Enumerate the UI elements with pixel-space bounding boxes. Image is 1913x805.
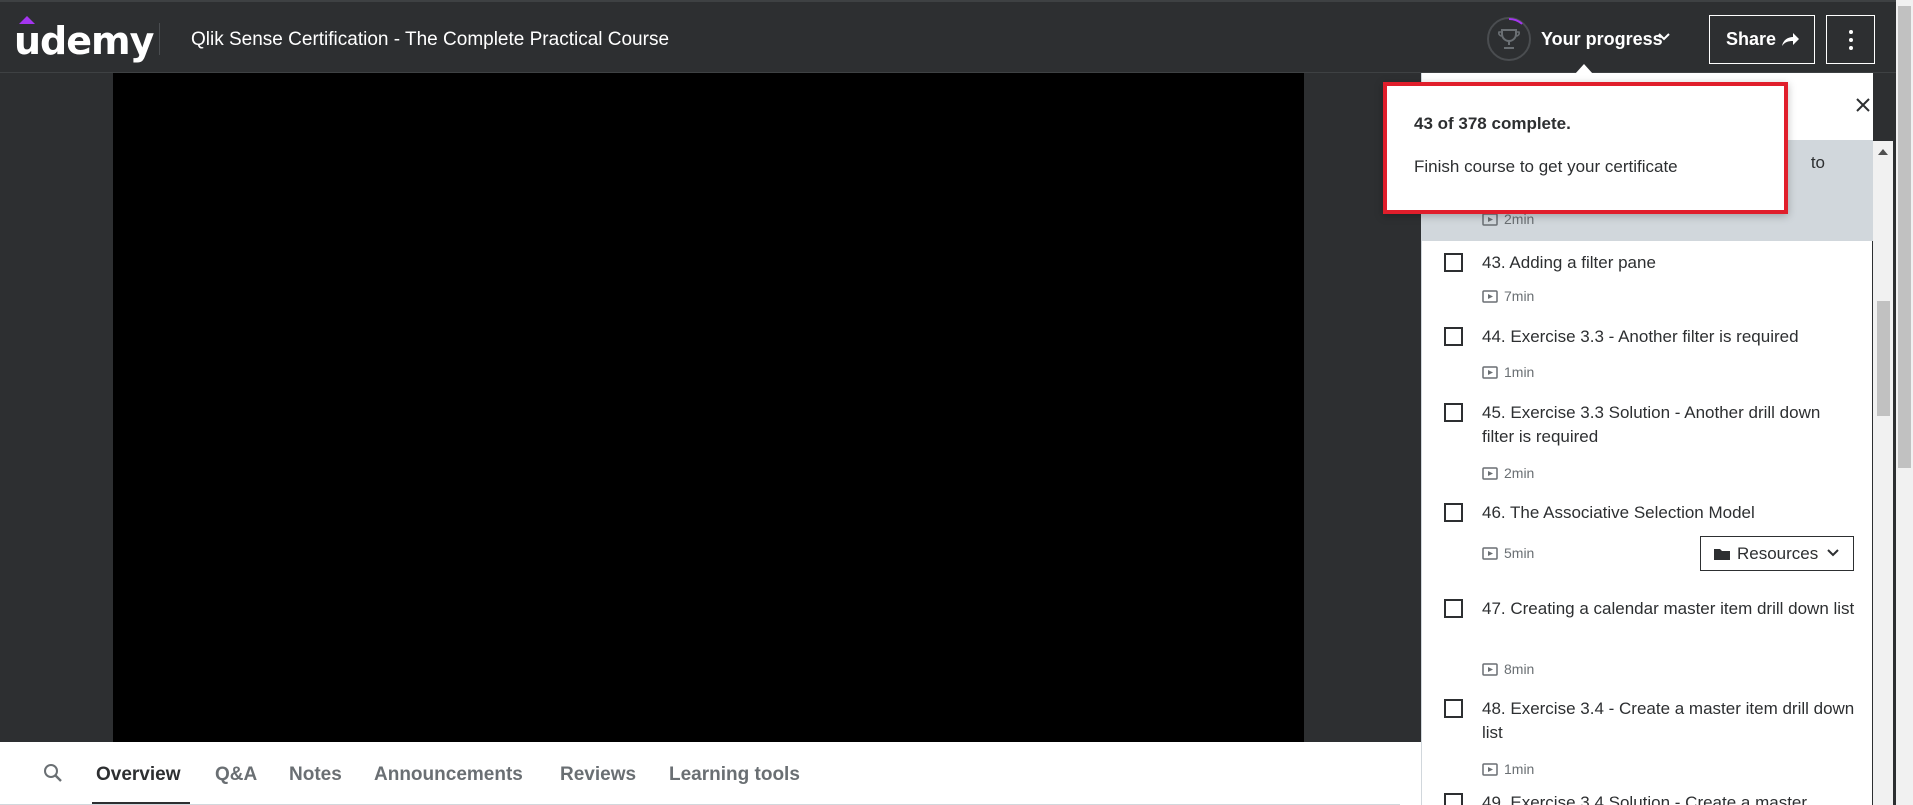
lecture-title: 47. Creating a calendar master item dril… [1482, 599, 1855, 618]
tab-notes[interactable]: Notes [289, 764, 342, 786]
kebab-dot [1849, 30, 1853, 34]
lecture-checkbox[interactable] [1444, 793, 1463, 805]
lecture-title: 49. Exercise 3.4 Solution - Create a mas… [1482, 793, 1808, 805]
lecture-title: 48. Exercise 3.4 - Create a master item … [1482, 699, 1855, 742]
header-divider [159, 23, 160, 55]
tab-qa[interactable]: Q&A [215, 764, 257, 786]
tab-overview[interactable]: Overview [96, 764, 181, 786]
lecture-title: 43. Adding a filter pane [1482, 253, 1656, 272]
lecture-duration: 7min [1482, 287, 1534, 305]
share-button[interactable]: Share [1709, 15, 1815, 64]
lecture-duration-text: 5min [1504, 545, 1535, 561]
lecture-item[interactable]: 44. Exercise 3.3 - Another filter is req… [1422, 317, 1873, 393]
video-icon [1482, 213, 1498, 226]
lecture-title: 45. Exercise 3.3 Solution - Another dril… [1482, 403, 1821, 446]
lecture-checkbox[interactable] [1444, 403, 1463, 422]
lecture-item[interactable]: 45. Exercise 3.3 Solution - Another dril… [1422, 393, 1873, 493]
chevron-down-icon [1827, 549, 1839, 557]
sidebar-scroll-thumb[interactable] [1877, 301, 1890, 416]
udemy-logo[interactable]: udemy [14, 16, 154, 63]
resources-label: Resources [1737, 544, 1819, 563]
progress-popover: 43 of 378 complete. Finish course to get… [1383, 82, 1788, 214]
more-options-button[interactable] [1826, 15, 1875, 64]
course-tabs: Overview Q&A Notes Announcements Reviews… [0, 742, 1421, 805]
lecture-duration-text: 8min [1504, 661, 1535, 677]
lecture-title: 44. Exercise 3.3 - Another filter is req… [1482, 327, 1799, 346]
lecture-checkbox[interactable] [1444, 599, 1463, 618]
lecture-item[interactable]: 49. Exercise 3.4 Solution - Create a mas… [1422, 783, 1873, 805]
lecture-duration-text: 1min [1504, 364, 1535, 380]
lecture-checkbox[interactable] [1444, 699, 1463, 718]
video-icon [1482, 366, 1498, 379]
lecture-item[interactable]: 47. Creating a calendar master item dril… [1422, 583, 1873, 683]
folder-icon [1714, 549, 1730, 560]
close-icon[interactable] [1855, 97, 1871, 113]
lecture-title: 46. The Associative Selection Model [1482, 503, 1755, 522]
popover-caret [1575, 64, 1593, 74]
resources-dropdown-button[interactable]: Resources [1700, 536, 1854, 571]
share-label: Share [1726, 29, 1777, 49]
lecture-item[interactable]: 43. Adding a filter pane 7min [1422, 241, 1873, 317]
tab-announcements[interactable]: Announcements [374, 764, 523, 786]
video-player[interactable] [113, 73, 1304, 742]
lecture-checkbox[interactable] [1444, 327, 1463, 346]
certificate-message: Finish course to get your certificate [1414, 157, 1678, 176]
lecture-duration-text: 2min [1504, 465, 1535, 481]
logo-text: udemy [14, 19, 154, 63]
kebab-dot [1849, 46, 1853, 50]
your-progress-button[interactable]: Your progress [1541, 28, 1663, 50]
video-icon [1482, 290, 1498, 303]
video-icon [1482, 467, 1498, 480]
scroll-up-arrow-icon[interactable] [1878, 149, 1888, 155]
tab-reviews[interactable]: Reviews [560, 764, 636, 786]
chevron-down-icon[interactable] [1657, 32, 1671, 42]
course-title[interactable]: Qlik Sense Certification - The Complete … [191, 28, 669, 52]
lecture-item[interactable]: 48. Exercise 3.4 - Create a master item … [1422, 683, 1873, 783]
lecture-duration: 1min [1482, 760, 1534, 778]
video-icon [1482, 663, 1498, 676]
lecture-checkbox[interactable] [1444, 253, 1463, 272]
lecture-duration: 1min [1482, 363, 1534, 381]
lecture-duration: 5min [1482, 544, 1534, 562]
video-icon [1482, 763, 1498, 776]
lecture-duration-text: 7min [1504, 288, 1535, 304]
progress-count: 43 of 378 complete. [1414, 114, 1571, 133]
window-scroll-thumb[interactable] [1898, 6, 1911, 468]
lecture-checkbox[interactable] [1444, 503, 1463, 522]
kebab-dot [1849, 38, 1853, 42]
lecture-item[interactable]: 46. The Associative Selection Model 5min… [1422, 493, 1873, 583]
lecture-duration: 8min [1482, 660, 1534, 678]
top-header: udemy Qlik Sense Certification - The Com… [0, 0, 1896, 73]
video-icon [1482, 547, 1498, 560]
sidebar-scrollbar[interactable] [1873, 141, 1893, 805]
tab-learning-tools[interactable]: Learning tools [669, 764, 800, 786]
progress-trophy-icon[interactable] [1487, 17, 1531, 61]
lecture-duration: 2min [1482, 464, 1534, 482]
share-arrow-icon [1782, 33, 1799, 46]
lecture-duration-text: 1min [1504, 761, 1535, 777]
search-icon[interactable] [42, 762, 64, 784]
